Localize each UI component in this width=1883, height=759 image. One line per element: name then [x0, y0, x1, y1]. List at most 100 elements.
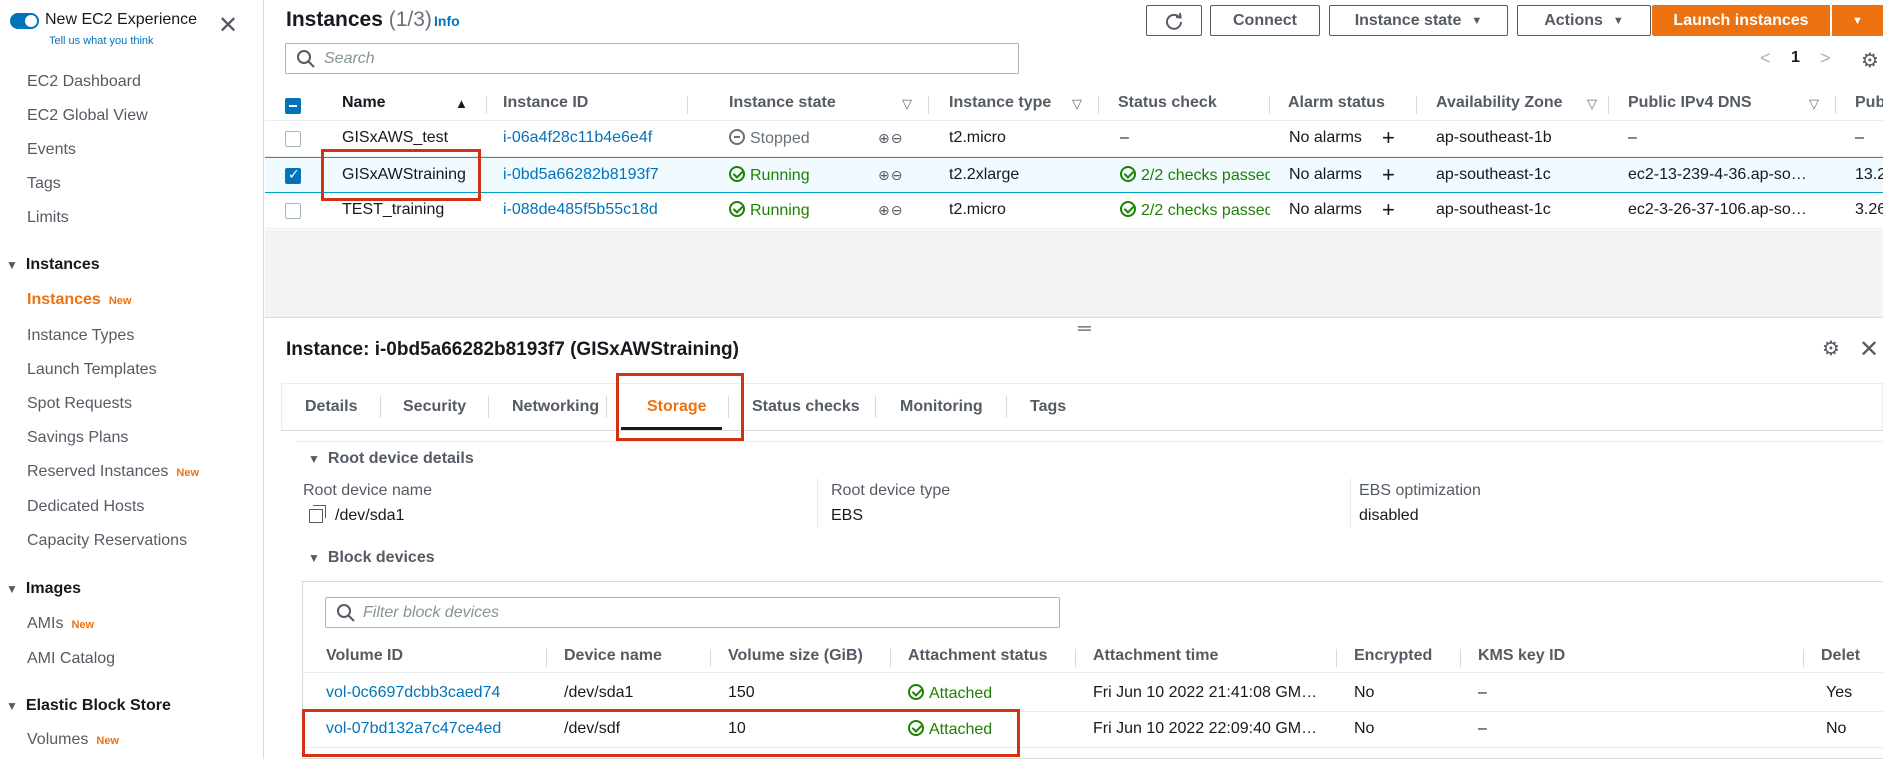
sidebar-section-instances[interactable]: ▼ Instances [6, 256, 100, 274]
kms-key-id: – [1478, 684, 1487, 701]
instance-id-link[interactable]: i-06a4f28c11b4e6e4f [503, 129, 652, 147]
sidebar-item-label: Volumes [27, 731, 89, 748]
launch-dropdown-button[interactable]: ▼ [1832, 5, 1883, 36]
filter-icon[interactable]: ▽ [1072, 96, 1082, 112]
sidebar-section-ebs[interactable]: ▼ Elastic Block Store [6, 697, 171, 715]
col-delete-on-termination[interactable]: Delet [1821, 647, 1860, 665]
sidebar-item-events[interactable]: Events [27, 141, 76, 159]
sidebar-item-instances[interactable]: Instances New [27, 291, 131, 309]
col-availability-zone[interactable]: Availability Zone [1436, 94, 1563, 112]
sidebar-item-instance-types[interactable]: Instance Types [27, 327, 134, 345]
column-divider [1336, 649, 1337, 667]
device-name: /dev/sda1 [564, 684, 634, 701]
col-status-check[interactable]: Status check [1118, 94, 1217, 112]
root-device-section-header[interactable]: ▼ Root device details [308, 450, 474, 468]
table-row[interactable]: GISxAWS_test i-06a4f28c11b4e6e4f Stopped… [265, 121, 1883, 157]
tab-status-checks[interactable]: Status checks [752, 398, 860, 416]
filter-icon[interactable]: ▽ [1809, 96, 1819, 112]
new-experience-toggle[interactable] [10, 13, 39, 29]
launch-instances-button[interactable]: Launch instances [1652, 5, 1830, 36]
sort-ascending-icon[interactable]: ▲ [455, 96, 468, 111]
filter-icon[interactable]: ▽ [902, 96, 912, 112]
check-circle-icon [908, 684, 924, 700]
section-divider [296, 441, 1883, 442]
sidebar-item-savings-plans[interactable]: Savings Plans [27, 429, 128, 447]
panel-settings-gear-icon[interactable]: ⚙ [1822, 336, 1840, 361]
col-volume-id[interactable]: Volume ID [326, 647, 403, 665]
sidebar-item-amis[interactable]: AMIs New [27, 615, 94, 633]
copy-icon[interactable] [309, 505, 326, 523]
connect-button[interactable]: Connect [1210, 5, 1320, 36]
sidebar-item-tags[interactable]: Tags [27, 175, 61, 193]
column-divider [1835, 96, 1836, 114]
col-alarm-status[interactable]: Alarm status [1288, 94, 1385, 112]
tab-monitoring[interactable]: Monitoring [900, 398, 983, 416]
sidebar-item-dedicated-hosts[interactable]: Dedicated Hosts [27, 498, 144, 516]
ebs-optimization-value: disabled [1359, 507, 1419, 524]
refresh-button[interactable] [1146, 5, 1202, 36]
feedback-link[interactable]: Tell us what you think [49, 35, 154, 47]
tab-details[interactable]: Details [305, 398, 357, 416]
next-page-icon[interactable]: > [1820, 48, 1831, 69]
col-public-dns[interactable]: Public IPv4 DNS [1628, 94, 1752, 112]
zoom-icons[interactable]: ⊕⊖ [878, 167, 903, 184]
sidebar-item-reserved-instances[interactable]: Reserved Instances New [27, 463, 199, 481]
sidebar-section-images[interactable]: ▼ Images [6, 580, 81, 598]
select-all-checkbox[interactable] [285, 98, 301, 114]
sidebar-item-spot-requests[interactable]: Spot Requests [27, 395, 132, 413]
tab-tags[interactable]: Tags [1030, 398, 1066, 416]
caret-down-icon: ▼ [1471, 14, 1483, 27]
add-alarm-icon[interactable]: + [1382, 125, 1395, 151]
instance-id-link[interactable]: i-088de485f5b55c18d [503, 201, 658, 219]
search-input[interactable]: Search [285, 43, 1019, 74]
new-badge: New [176, 467, 200, 479]
sidebar-item-limits[interactable]: Limits [27, 209, 69, 227]
status-check: 2/2 checks passed [1120, 201, 1270, 220]
col-kms-key-id[interactable]: KMS key ID [1478, 647, 1565, 665]
add-alarm-icon[interactable]: + [1382, 162, 1395, 188]
close-panel-icon[interactable]: ✕ [1859, 335, 1879, 364]
col-instance-id[interactable]: Instance ID [503, 94, 588, 112]
block-device-row: vol-0c6697dcbb3caed74 /dev/sda1 150 Atta… [303, 676, 1883, 712]
tab-networking[interactable]: Networking [512, 398, 599, 416]
filter-block-devices-input[interactable]: Filter block devices [325, 597, 1060, 628]
attachment-status-text: Attached [929, 685, 993, 702]
sidebar-item-ami-catalog[interactable]: AMI Catalog [27, 650, 115, 668]
col-device-name[interactable]: Device name [564, 647, 662, 665]
filter-icon[interactable]: ▽ [1587, 96, 1597, 112]
page-number[interactable]: 1 [1791, 49, 1800, 67]
col-instance-type[interactable]: Instance type [949, 94, 1051, 112]
col-volume-size[interactable]: Volume size (GiB) [728, 647, 863, 665]
row-checkbox[interactable] [285, 131, 301, 147]
table-row[interactable]: TEST_training i-088de485f5b55c18d Runnin… [265, 193, 1883, 229]
actions-button[interactable]: Actions ▼ [1517, 5, 1651, 36]
add-alarm-icon[interactable]: + [1382, 197, 1395, 223]
col-attachment-status[interactable]: Attachment status [908, 647, 1048, 665]
sidebar-item-ec2-dashboard[interactable]: EC2 Dashboard [27, 73, 141, 91]
instance-state-button[interactable]: Instance state ▼ [1329, 5, 1508, 36]
zoom-icons[interactable]: ⊕⊖ [878, 202, 903, 219]
col-public-ipv4[interactable]: Pub [1855, 94, 1883, 112]
block-devices-section-header[interactable]: ▼ Block devices [308, 549, 435, 567]
sidebar-item-ec2-global-view[interactable]: EC2 Global View [27, 107, 148, 125]
row-checkbox[interactable] [285, 203, 301, 219]
zoom-icons[interactable]: ⊕⊖ [878, 130, 903, 147]
info-link[interactable]: Info [434, 13, 460, 29]
tab-divider [875, 396, 876, 418]
col-name[interactable]: Name [342, 94, 386, 112]
col-instance-state[interactable]: Instance state [729, 94, 836, 112]
resize-handle-icon[interactable]: ═ [1078, 318, 1091, 339]
col-encrypted[interactable]: Encrypted [1354, 647, 1432, 665]
instance-id-link[interactable]: i-0bd5a66282b8193f7 [503, 166, 659, 184]
table-row[interactable]: GISxAWStraining i-0bd5a66282b8193f7 Runn… [265, 157, 1883, 193]
tab-security[interactable]: Security [403, 398, 466, 416]
prev-page-icon[interactable]: < [1760, 48, 1771, 69]
sidebar-item-capacity-reservations[interactable]: Capacity Reservations [27, 532, 187, 550]
col-attachment-time[interactable]: Attachment time [1093, 647, 1218, 665]
row-checkbox[interactable] [285, 166, 301, 184]
sidebar-item-volumes[interactable]: Volumes New [27, 731, 119, 749]
settings-gear-icon[interactable]: ⚙ [1861, 48, 1879, 73]
volume-id-link[interactable]: vol-0c6697dcbb3caed74 [326, 684, 500, 702]
close-icon[interactable]: ✕ [218, 14, 238, 38]
sidebar-item-launch-templates[interactable]: Launch Templates [27, 361, 157, 379]
